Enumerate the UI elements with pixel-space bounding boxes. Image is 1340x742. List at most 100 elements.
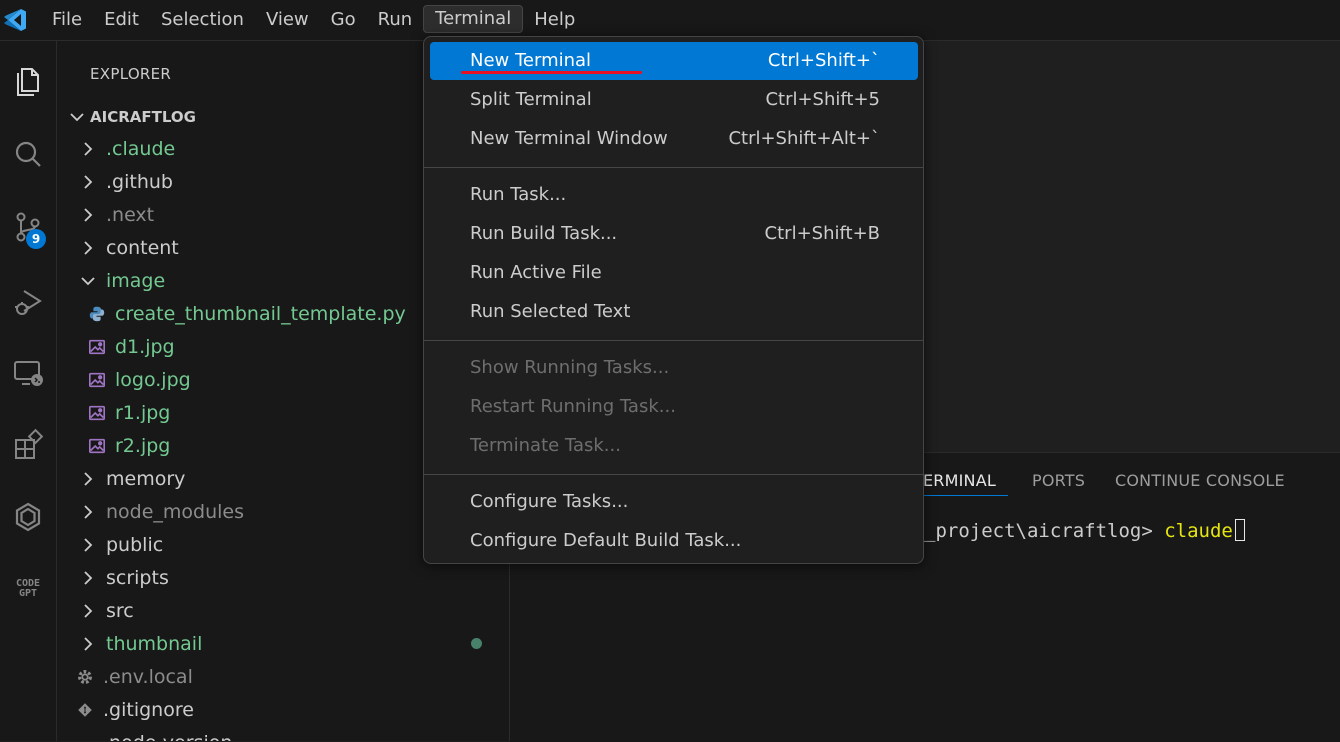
file-node-version[interactable]: .node-version xyxy=(75,726,232,741)
chevron-right-icon xyxy=(84,471,93,486)
root-folder[interactable]: AICRAFTLOG xyxy=(67,105,196,129)
folder-scripts[interactable]: scripts xyxy=(78,561,169,594)
image-file-icon xyxy=(87,370,107,390)
menu-item-configure-default-build-task[interactable]: Configure Default Build Task... xyxy=(430,522,918,560)
folder-public[interactable]: public xyxy=(78,528,163,561)
remote-explorer-icon[interactable] xyxy=(0,349,56,397)
terminal-cursor xyxy=(1234,519,1245,541)
folder-content[interactable]: content xyxy=(78,231,179,264)
chevron-down-icon xyxy=(81,276,95,285)
tree-item-label: logo.jpg xyxy=(115,368,191,391)
folder-github[interactable]: .github xyxy=(78,165,173,198)
image-file-icon xyxy=(87,403,107,423)
folder-node-modules[interactable]: node_modules xyxy=(78,495,244,528)
explorer-icon[interactable] xyxy=(0,57,56,105)
menu-terminal[interactable]: Terminal xyxy=(423,5,524,33)
tab-continue-console[interactable]: CONTINUE CONSOLE xyxy=(1115,471,1285,490)
menu-item-new-terminal-window[interactable]: New Terminal Window Ctrl+Shift+Alt+` xyxy=(430,120,918,158)
menu-edit[interactable]: Edit xyxy=(93,6,150,34)
tree-item-label: content xyxy=(106,236,179,259)
gear-icon xyxy=(75,667,95,687)
menu-go[interactable]: Go xyxy=(320,6,367,34)
menu-item-label: New Terminal xyxy=(470,50,592,71)
menu-item-run-build-task[interactable]: Run Build Task... Ctrl+Shift+B xyxy=(430,215,918,253)
tree-item-label: .next xyxy=(106,203,155,226)
file-logo-jpg[interactable]: logo.jpg xyxy=(87,363,191,396)
file-r2-jpg[interactable]: r2.jpg xyxy=(87,429,170,462)
tree-item-label: .gitignore xyxy=(103,698,194,721)
codegpt-icon[interactable]: CODE GPT xyxy=(0,563,56,611)
python-file-icon xyxy=(87,304,107,324)
menu-item-restart-running-task: Restart Running Task... xyxy=(430,388,918,426)
folder-memory[interactable]: memory xyxy=(78,462,185,495)
menu-bar: File Edit Selection View Go Run Terminal Help xyxy=(41,5,586,34)
tree-item-label: image xyxy=(106,269,166,292)
terminal-command: claude xyxy=(1164,520,1233,542)
menu-item-split-terminal[interactable]: Split Terminal Ctrl+Shift+5 xyxy=(430,81,918,119)
explorer-title: EXPLORER xyxy=(90,65,172,83)
active-tab-indicator xyxy=(924,495,1008,496)
image-file-icon xyxy=(87,337,107,357)
menu-item-label: New Terminal Window xyxy=(470,128,668,149)
menu-item-label: Run Selected Text xyxy=(470,301,631,322)
tree-item-label: .claude xyxy=(106,137,176,160)
menu-file[interactable]: File xyxy=(41,6,93,34)
tree-item-label: .env.local xyxy=(103,665,193,688)
tree-item-label: .github xyxy=(106,170,173,193)
file-r1-jpg[interactable]: r1.jpg xyxy=(87,396,170,429)
vscode-logo-icon xyxy=(4,9,26,31)
menu-help[interactable]: Help xyxy=(523,6,586,34)
terminal-line[interactable]: _project\aicraftlog> claude xyxy=(924,519,1245,542)
menu-item-run-active-file[interactable]: Run Active File xyxy=(430,254,918,292)
chevron-right-icon xyxy=(84,504,93,519)
menu-selection[interactable]: Selection xyxy=(150,6,255,34)
menu-view[interactable]: View xyxy=(255,6,320,34)
menu-item-shortcut: Ctrl+Shift+` xyxy=(767,50,880,71)
folder-src[interactable]: src xyxy=(78,594,134,627)
folder-next[interactable]: .next xyxy=(78,198,154,231)
file-icon xyxy=(75,733,95,741)
annotation-underline xyxy=(461,71,642,74)
run-debug-icon[interactable] xyxy=(0,277,56,325)
tree-item-label: .node-version xyxy=(103,732,232,742)
folder-claude[interactable]: .claude xyxy=(78,132,175,165)
menu-item-new-terminal[interactable]: New Terminal Ctrl+Shift+` xyxy=(430,42,918,80)
extensions-icon[interactable] xyxy=(0,421,56,469)
tree-item-label: scripts xyxy=(106,566,169,589)
tree-item-label: d1.jpg xyxy=(115,335,175,358)
file-create-thumbnail-template-py[interactable]: create_thumbnail_template.py xyxy=(87,297,406,330)
menu-run[interactable]: Run xyxy=(367,6,424,34)
svg-text:GPT: GPT xyxy=(19,588,37,599)
tree-item-label: memory xyxy=(106,467,186,490)
menu-item-label: Configure Tasks... xyxy=(470,491,629,512)
openai-icon[interactable] xyxy=(0,493,56,541)
title-bar: File Edit Selection View Go Run Terminal Help xyxy=(0,0,1340,41)
menu-item-run-task[interactable]: Run Task... xyxy=(430,176,918,214)
folder-thumbnail[interactable]: thumbnail xyxy=(78,627,202,660)
menu-item-shortcut: Ctrl+Shift+B xyxy=(764,223,880,244)
menu-item-terminate-task: Terminate Task... xyxy=(430,427,918,465)
chevron-right-icon xyxy=(84,141,93,156)
file-d1-jpg[interactable]: d1.jpg xyxy=(87,330,175,363)
menu-item-configure-tasks[interactable]: Configure Tasks... xyxy=(430,483,918,521)
modified-dot xyxy=(471,638,482,649)
menu-separator xyxy=(424,340,923,341)
menu-separator xyxy=(424,167,923,168)
menu-item-label: Split Terminal xyxy=(470,89,592,110)
tree-item-label: thumbnail xyxy=(106,632,203,655)
search-icon[interactable] xyxy=(0,131,56,179)
menu-item-label: Run Task... xyxy=(470,184,567,205)
menu-item-run-selected-text[interactable]: Run Selected Text xyxy=(430,293,918,331)
menu-item-label: Run Build Task... xyxy=(470,223,618,244)
tab-ports[interactable]: PORTS xyxy=(1032,471,1085,490)
menu-item-shortcut: Ctrl+Shift+Alt+` xyxy=(728,128,880,149)
menu-item-shortcut: Ctrl+Shift+5 xyxy=(765,89,880,110)
file-env-local[interactable]: .env.local xyxy=(75,660,193,693)
folder-image[interactable]: image xyxy=(78,264,165,297)
chevron-right-icon xyxy=(84,570,93,585)
source-control-icon[interactable]: 9 xyxy=(0,203,56,251)
file-gitignore[interactable]: .gitignore xyxy=(75,693,194,726)
chevron-right-icon xyxy=(84,636,93,651)
tab-terminal[interactable]: TERMINAL xyxy=(913,471,996,490)
chevron-right-icon xyxy=(84,240,93,255)
